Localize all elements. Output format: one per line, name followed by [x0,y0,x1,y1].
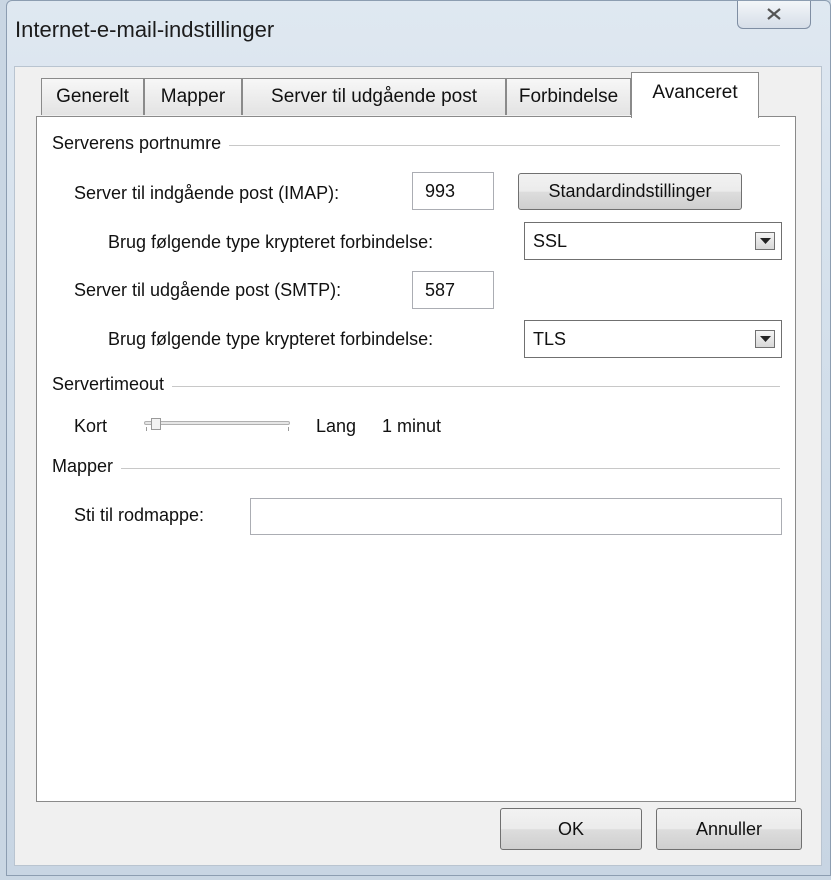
slider-tick [146,427,147,431]
smtp-port-label: Server til udgående post (SMTP): [74,280,342,300]
smtp-encryption-select[interactable]: TLS [524,320,782,358]
smtp-encryption-value: TLS [533,329,567,349]
timeout-group-label: Servertimeout [52,374,173,395]
root-path-label: Sti til rodmappe: [74,505,205,525]
root-path-field[interactable] [250,498,782,535]
imap-port-field[interactable]: 993 [412,172,494,210]
window-title: Internet-e-mail-indstillinger [15,17,275,42]
ports-group-label: Serverens portnumre [52,133,230,154]
tab-avanceret[interactable]: Avanceret [631,72,759,118]
tab-generelt[interactable]: Generelt [41,78,144,115]
group-divider [52,468,780,469]
imap-encryption-select[interactable]: SSL [524,222,782,260]
close-icon [767,8,781,20]
smtp-encryption-label: Brug følgende type krypteret forbindelse… [108,329,434,349]
smtp-port-field[interactable]: 587 [412,271,494,309]
imap-encryption-value: SSL [533,231,568,251]
tab-panel-avanceret [36,116,796,802]
title-bar[interactable]: Internet-e-mail-indstillinger [7,1,830,67]
timeout-slider[interactable] [144,421,290,425]
chevron-down-icon [760,336,771,342]
ok-button[interactable]: OK [500,808,642,850]
defaults-button[interactable]: Standardindstillinger [518,173,742,210]
timeout-value: 1 minut [382,416,442,436]
tab-outgoing-server[interactable]: Server til udgående post [242,78,506,115]
slider-tick [288,427,289,431]
tab-mapper[interactable]: Mapper [144,78,242,115]
smtp-encryption-dropdown-button[interactable] [755,330,775,348]
tab-forbindelse[interactable]: Forbindelse [506,78,631,115]
imap-encryption-label: Brug følgende type krypteret forbindelse… [108,232,434,252]
timeout-slider-thumb[interactable] [151,418,162,430]
chevron-down-icon [760,238,771,244]
folders-group-label: Mapper [52,456,122,477]
imap-encryption-dropdown-button[interactable] [755,232,775,250]
timeout-short-label: Kort [74,416,108,436]
timeout-long-label: Lang [316,416,357,436]
imap-port-label: Server til indgående post (IMAP): [74,183,340,203]
close-button[interactable] [737,1,811,29]
cancel-button[interactable]: Annuller [656,808,802,850]
